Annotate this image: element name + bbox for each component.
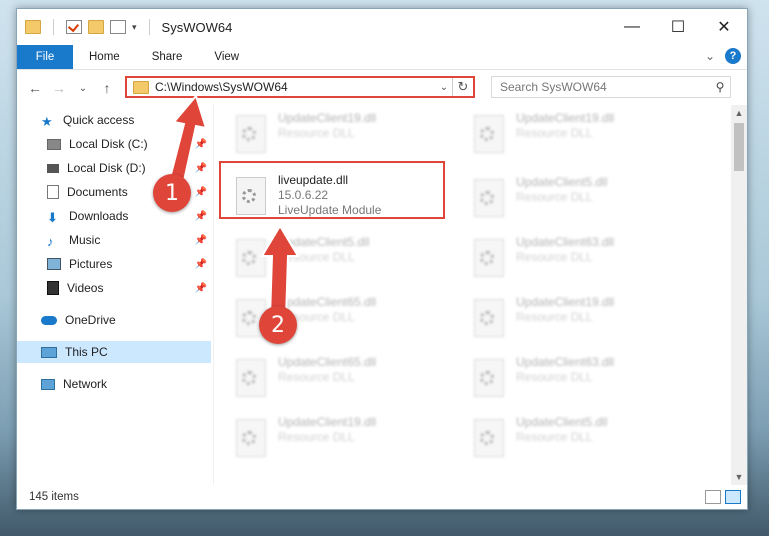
arrow-2-shape	[260, 224, 300, 319]
annotation-arrows	[166, 93, 300, 319]
callout-badge-1: 1	[153, 174, 191, 212]
callout-badge-2: 2	[259, 306, 297, 344]
arrow-2	[260, 224, 300, 319]
